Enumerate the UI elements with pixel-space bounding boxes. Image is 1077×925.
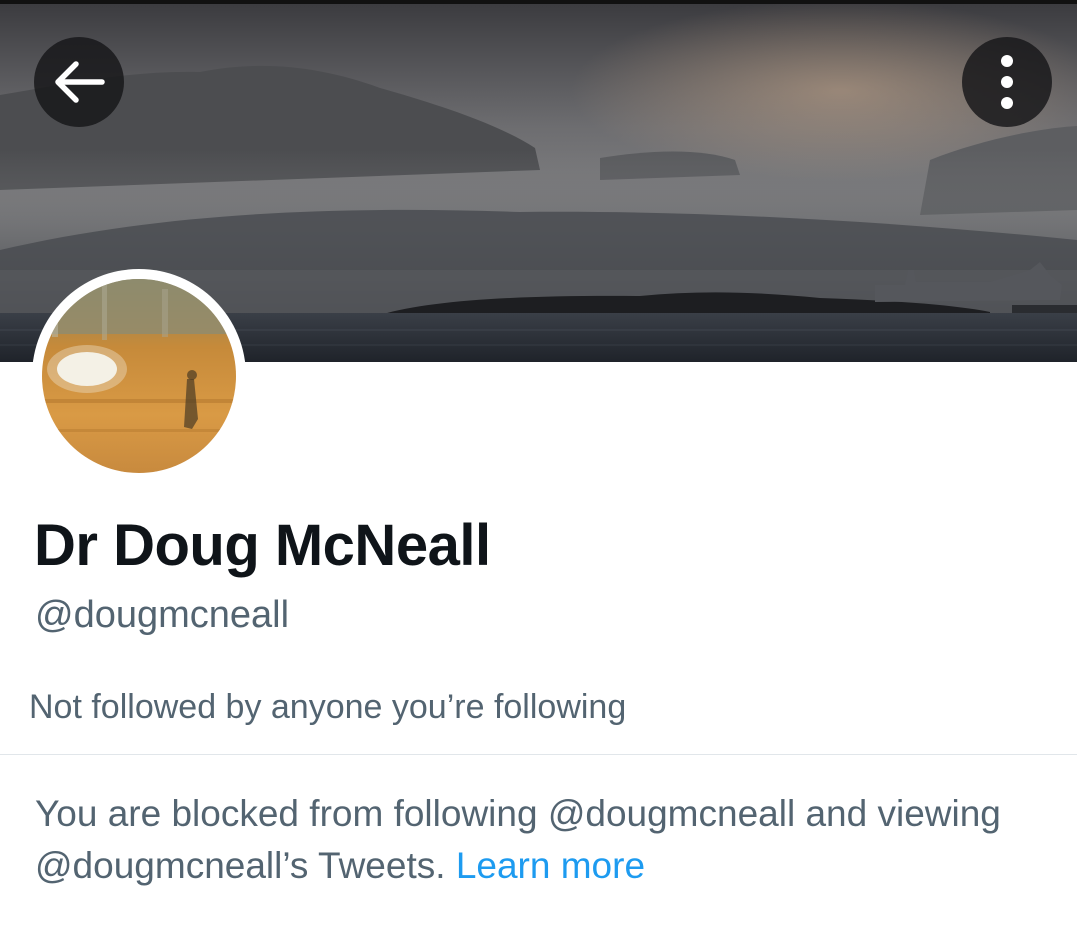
arrow-left-icon bbox=[55, 61, 105, 103]
blocked-notice: You are blocked from following @dougmcne… bbox=[35, 788, 1065, 892]
followers-you-know-note: Not followed by anyone you’re following bbox=[29, 688, 627, 726]
vertical-ellipsis-icon bbox=[1001, 55, 1013, 109]
avatar bbox=[42, 279, 236, 473]
learn-more-link[interactable]: Learn more bbox=[456, 845, 645, 886]
avatar-image bbox=[42, 279, 236, 473]
avatar-frame[interactable] bbox=[32, 269, 246, 483]
profile-display-name: Dr Doug McNeall bbox=[34, 513, 491, 578]
profile-handle: @dougmcneall bbox=[35, 594, 290, 636]
divider bbox=[0, 754, 1077, 755]
back-button[interactable] bbox=[34, 37, 124, 127]
more-options-button[interactable] bbox=[962, 37, 1052, 127]
